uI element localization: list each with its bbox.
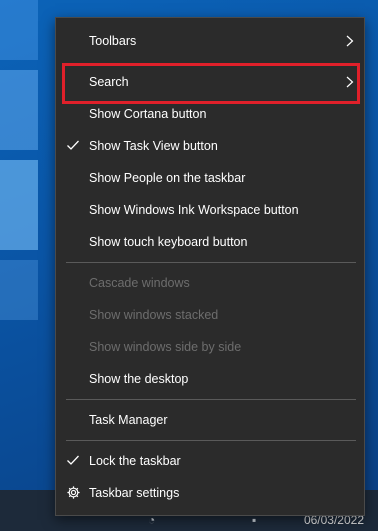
menu-item-label: Show Cortana button — [89, 107, 207, 121]
menu-item-show-touch-keyboard[interactable]: Show touch keyboard button — [56, 226, 364, 258]
menu-item-taskbar-settings[interactable]: Taskbar settings — [56, 477, 364, 509]
menu-separator — [66, 440, 356, 441]
menu-item-show-windows-stacked: Show windows stacked — [56, 299, 364, 331]
checkmark-icon — [67, 140, 79, 150]
desktop-logo-pane — [0, 0, 38, 60]
menu-item-label: Lock the taskbar — [89, 454, 181, 468]
menu-separator — [66, 262, 356, 263]
menu-item-label: Show windows side by side — [89, 340, 242, 354]
menu-item-show-desktop[interactable]: Show the desktop — [56, 363, 364, 395]
menu-item-label: Toolbars — [89, 34, 137, 48]
menu-item-show-task-view-button[interactable]: Show Task View button — [56, 130, 364, 162]
checkmark-icon — [67, 455, 79, 465]
menu-item-label: Search — [89, 75, 129, 89]
taskbar-context-menu: Toolbars Search Show Cortana button Show… — [55, 17, 365, 516]
menu-item-cascade-windows: Cascade windows — [56, 267, 364, 299]
desktop-logo-pane — [0, 260, 38, 320]
menu-separator — [66, 399, 356, 400]
menu-item-show-ink-workspace[interactable]: Show Windows Ink Workspace button — [56, 194, 364, 226]
menu-item-label: Show Windows Ink Workspace button — [89, 203, 299, 217]
menu-item-label: Task Manager — [89, 413, 168, 427]
menu-item-toolbars[interactable]: Toolbars — [56, 25, 364, 57]
menu-item-label: Show touch keyboard button — [89, 235, 248, 249]
menu-item-label: Taskbar settings — [89, 486, 180, 500]
menu-item-show-cortana-button[interactable]: Show Cortana button — [56, 98, 364, 130]
menu-item-lock-taskbar[interactable]: Lock the taskbar — [56, 445, 364, 477]
menu-item-task-manager[interactable]: Task Manager — [56, 404, 364, 436]
menu-item-label: Show the desktop — [89, 372, 189, 386]
menu-item-search[interactable]: Search — [56, 66, 364, 98]
gear-icon — [67, 486, 80, 499]
menu-item-label: Cascade windows — [89, 276, 190, 290]
chevron-right-icon — [346, 76, 354, 88]
menu-item-label: Show windows stacked — [89, 308, 219, 322]
menu-item-show-windows-side-by-side: Show windows side by side — [56, 331, 364, 363]
menu-item-label: Show People on the taskbar — [89, 171, 246, 185]
menu-item-show-people[interactable]: Show People on the taskbar — [56, 162, 364, 194]
menu-item-label: Show Task View button — [89, 139, 218, 153]
chevron-right-icon — [346, 35, 354, 47]
desktop-logo-pane — [0, 70, 38, 150]
desktop-logo-pane — [0, 160, 38, 250]
